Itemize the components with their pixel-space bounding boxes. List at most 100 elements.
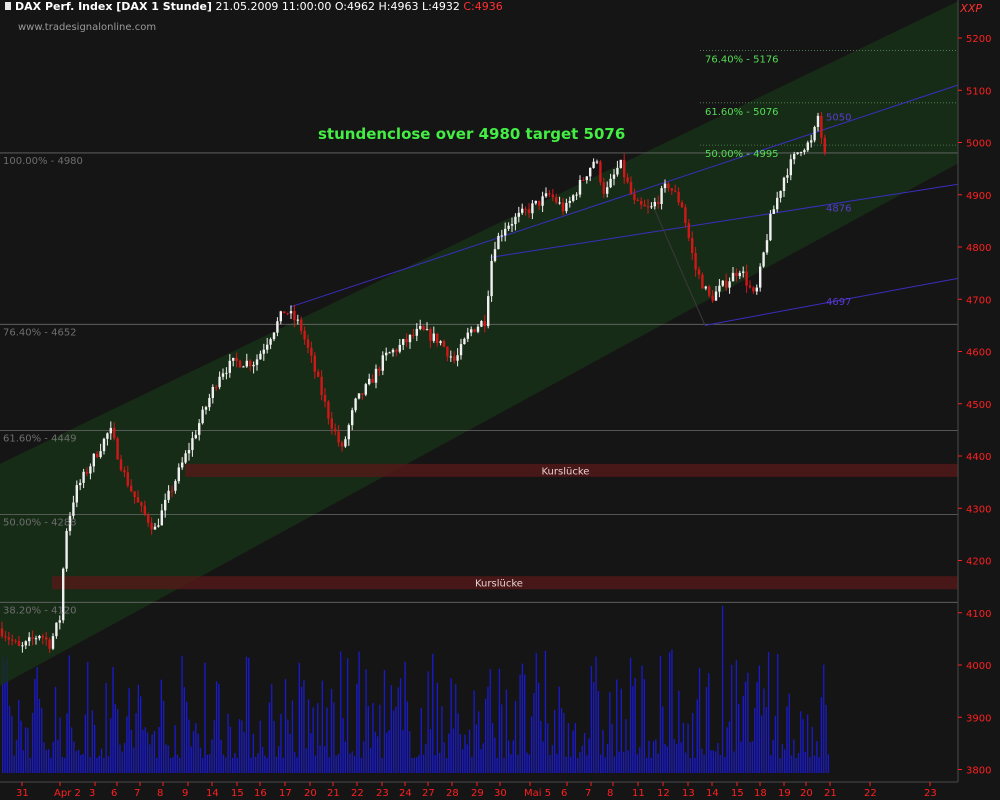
volume-bar [818, 757, 820, 773]
candle-body [636, 199, 639, 201]
volume-bar [432, 653, 434, 773]
candle-body [510, 224, 514, 226]
volume-bar [478, 711, 480, 773]
volume-bar [583, 732, 586, 773]
volume-bar [567, 722, 570, 773]
volume-bar [685, 752, 687, 773]
candle-body [113, 427, 116, 439]
candle-body [354, 398, 357, 411]
volume-bar [526, 752, 528, 773]
candle-body [670, 188, 673, 191]
volume-bar [96, 757, 98, 773]
volume-bar [468, 729, 471, 773]
volume-bar [726, 727, 728, 773]
volume-bar [271, 684, 273, 773]
candle-body [303, 330, 306, 340]
volume-bar [66, 713, 68, 773]
volume-bar [174, 725, 176, 773]
volume-bar [169, 757, 172, 773]
x-tick-label: 7 [134, 788, 140, 799]
volume-bar [252, 733, 254, 773]
volume-bar [620, 688, 622, 773]
volume-bar [123, 742, 126, 773]
candle-body [184, 453, 187, 463]
candle-body [725, 280, 728, 288]
volume-bar [388, 730, 390, 773]
candle-body [657, 201, 660, 205]
volume-bar [535, 652, 537, 773]
candle-body [442, 341, 446, 347]
volume-bar [397, 687, 399, 773]
candle-body [4, 636, 7, 638]
volume-bar [181, 655, 183, 773]
volume-bar [291, 700, 294, 773]
volume-bar [678, 690, 680, 773]
candle-body [11, 639, 14, 641]
volume-bar [77, 749, 80, 773]
volume-bar [425, 743, 427, 773]
candle-body [466, 332, 469, 339]
candle-body [327, 401, 330, 419]
volume-bar [347, 658, 349, 773]
volume-bar [234, 753, 236, 773]
candle-body [687, 223, 690, 238]
chart-header: DAX Perf. Index [DAX 1 Stunde] 21.05.200… [0, 0, 503, 14]
volume-bar [100, 748, 103, 773]
candle-body [493, 249, 497, 261]
candle-body [48, 639, 51, 649]
y-tick-label: 5100 [966, 86, 991, 97]
volume-bar [165, 744, 167, 773]
volume-bar [816, 741, 818, 773]
volume-bar [740, 741, 742, 773]
volume-bar [639, 747, 641, 773]
volume-bar [8, 705, 11, 773]
volume-bar [450, 678, 452, 773]
volume-bar [657, 753, 659, 773]
volume-bar [560, 708, 563, 773]
volume-bar [220, 739, 222, 773]
candle-body [742, 271, 745, 273]
volume-bar [376, 736, 379, 773]
candle-body [704, 286, 707, 289]
candle-body [544, 193, 548, 197]
volume-bar [197, 733, 199, 773]
volume-bar [179, 757, 181, 773]
candle-body [612, 174, 616, 179]
candle-body [806, 142, 809, 151]
candle-body [677, 191, 680, 203]
candle-body [456, 355, 459, 361]
candle-body [646, 206, 650, 208]
candle-body [225, 372, 228, 374]
volume-bar [71, 727, 73, 773]
candle-body [310, 347, 313, 356]
candle-body [735, 272, 738, 277]
volume-bar [777, 653, 779, 773]
volume-bar [312, 707, 314, 773]
candle-body [555, 197, 558, 203]
candle-body [198, 423, 201, 435]
candle-body [708, 286, 711, 296]
candle-body [201, 409, 204, 424]
volume-bar [110, 718, 112, 773]
candle-body [694, 252, 697, 270]
volume-bar [349, 753, 351, 773]
volume-bar [570, 756, 572, 773]
volume-bar [558, 686, 560, 773]
x-tick-label: 20 [800, 788, 813, 799]
candle-body [748, 285, 752, 288]
candlestick-chart: Kurslücke Kurslücke stundenclose over 498… [0, 0, 991, 799]
volume-bar [669, 652, 671, 773]
volume-bar [459, 734, 461, 773]
candle-body [755, 287, 758, 292]
candle-body [487, 296, 490, 327]
volume-bar [236, 757, 238, 773]
volume-bar [650, 757, 652, 773]
volume-bar [646, 757, 648, 773]
volume-bar [399, 678, 402, 773]
volume-bar [140, 696, 142, 773]
volume-bar [158, 727, 160, 773]
x-tick-label: 14 [706, 788, 719, 799]
candle-body [653, 201, 656, 207]
candle-body [245, 360, 248, 367]
volume-bar [133, 747, 135, 773]
